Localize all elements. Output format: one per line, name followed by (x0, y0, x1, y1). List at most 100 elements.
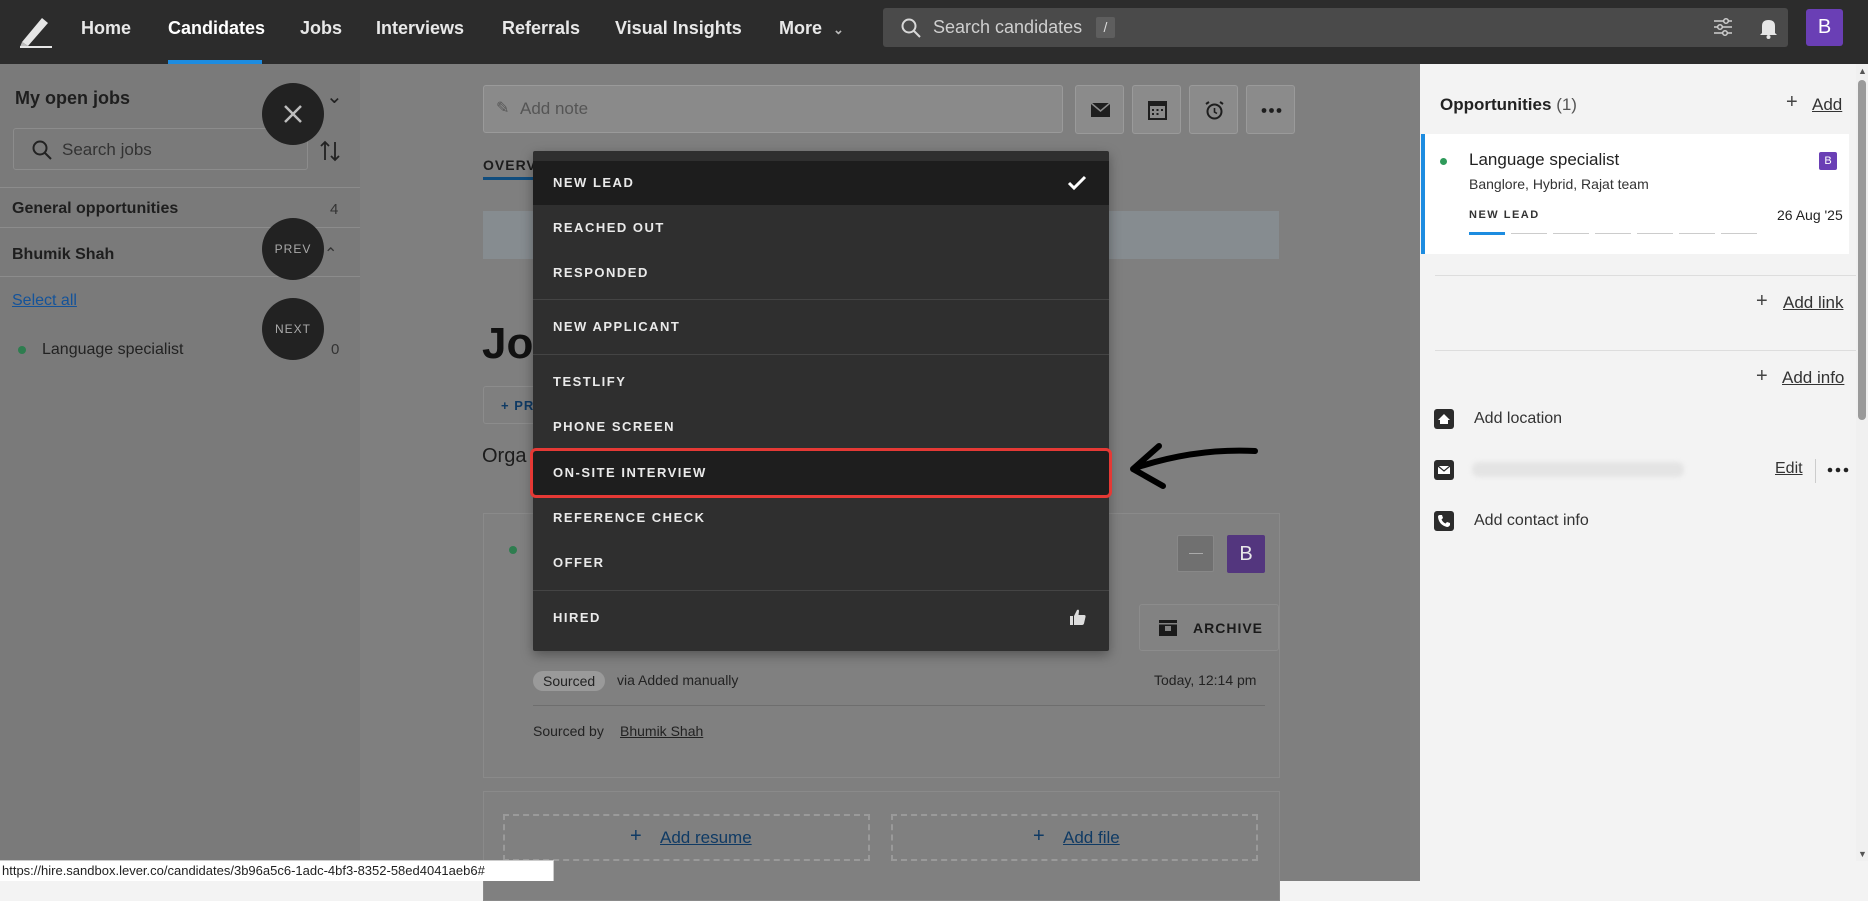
job-owner-label[interactable]: Bhumik Shah (12, 246, 114, 264)
opportunity-card[interactable]: Language specialist Banglore, Hybrid, Ra… (1421, 134, 1849, 254)
stage-dropdown-menu: NEW LEAD REACHED OUT RESPONDED NEW APPLI… (533, 151, 1109, 651)
search-icon (901, 18, 921, 38)
minus-glyph (1189, 553, 1203, 554)
stage-option-new-applicant[interactable]: NEW APPLICANT (533, 305, 1109, 349)
my-open-jobs-panel: My open jobs ⌄ Search jobs General oppor… (0, 64, 360, 881)
nav-referrals[interactable]: Referrals (502, 18, 580, 39)
add-location-link[interactable]: Add location (1474, 410, 1562, 428)
job-item-count: 0 (331, 341, 340, 358)
ellipsis-icon[interactable] (1827, 463, 1849, 477)
progress-step (1637, 233, 1673, 234)
candidate-search-bar[interactable]: Search candidates / (883, 8, 1755, 47)
email-icon (1434, 460, 1454, 480)
calendar-icon (1148, 101, 1167, 120)
reminder-button[interactable] (1189, 85, 1238, 134)
notifications-button[interactable] (1749, 8, 1788, 47)
highlight-box (530, 448, 1112, 498)
source-badge: Sourced (533, 671, 606, 691)
opportunity-status-dot (1440, 158, 1447, 165)
tab-overview[interactable]: OVERV (483, 157, 537, 173)
add-note-input[interactable]: ✎ Add note (483, 85, 1063, 133)
sourced-by-name-link[interactable]: Bhumik Shah (620, 723, 703, 739)
add-resume-dropzone[interactable]: + Add resume (503, 814, 870, 861)
redacted-email (1472, 462, 1684, 477)
nav-more[interactable]: More ⌄ (779, 18, 844, 39)
email-button[interactable] (1075, 85, 1124, 134)
add-resume-link[interactable]: Add resume (660, 828, 752, 848)
add-link-link[interactable]: Add link (1783, 293, 1843, 313)
minimize-icon[interactable] (1177, 535, 1214, 572)
stage-option-phone-screen[interactable]: PHONE SCREEN (533, 405, 1109, 449)
scrollbar-thumb[interactable] (1858, 80, 1866, 420)
nav-jobs[interactable]: Jobs (300, 18, 342, 39)
status-dot (509, 546, 517, 554)
chevron-down-icon: ⌄ (833, 22, 844, 37)
archive-box-icon (1159, 620, 1177, 636)
job-item-language-specialist[interactable]: Language specialist (42, 341, 183, 359)
progress-step (1469, 232, 1505, 235)
phone-icon (1434, 511, 1454, 531)
alarm-clock-icon (1205, 101, 1224, 120)
add-opportunity-link[interactable]: Add (1812, 95, 1842, 115)
nav-interviews[interactable]: Interviews (376, 18, 464, 39)
scroll-down-arrow-icon[interactable]: ▼ (1858, 849, 1867, 859)
stage-option-reached-out[interactable]: REACHED OUT (533, 206, 1109, 250)
chevron-down-icon[interactable]: ⌄ (326, 84, 343, 109)
prev-candidate-button[interactable]: PREV (262, 218, 324, 280)
stage-option-new-lead[interactable]: NEW LEAD (533, 161, 1109, 205)
close-overlay-button[interactable] (262, 83, 324, 145)
opportunity-stage: NEW LEAD (1469, 209, 1540, 221)
opportunities-count: (1) (1556, 95, 1577, 114)
nav-candidates[interactable]: Candidates (168, 18, 265, 39)
lever-logo-icon[interactable] (18, 12, 54, 48)
scroll-up-arrow-icon[interactable]: ▲ (1858, 66, 1867, 76)
close-icon (284, 105, 302, 123)
filter-sliders-icon[interactable] (1713, 17, 1733, 37)
add-file-dropzone[interactable]: + Add file (891, 814, 1258, 861)
stage-option-hired[interactable]: HIRED (533, 596, 1109, 640)
search-icon (32, 140, 52, 160)
stage-option-responded[interactable]: RESPONDED (533, 251, 1109, 295)
edit-email-link[interactable]: Edit (1775, 460, 1803, 478)
nav-home[interactable]: Home (81, 18, 131, 39)
plus-icon: + (1786, 91, 1798, 113)
user-avatar[interactable]: B (1806, 9, 1843, 46)
nav-more-label: More (779, 18, 823, 38)
annotation-arrow-icon (1130, 443, 1258, 489)
progress-step (1511, 233, 1547, 234)
archive-button[interactable]: ARCHIVE (1139, 604, 1279, 651)
stage-option-offer[interactable]: OFFER (533, 541, 1109, 585)
stage-progress-bar (1469, 232, 1761, 235)
select-all-link[interactable]: Select all (12, 292, 77, 310)
source-time: Today, 12:14 pm (1154, 672, 1257, 688)
divider (533, 705, 1265, 706)
progress-step (1595, 233, 1631, 234)
menu-separator (533, 354, 1109, 355)
menu-separator (533, 299, 1109, 300)
general-opportunities-label[interactable]: General opportunities (12, 200, 178, 218)
search-input[interactable]: Search candidates (933, 17, 1082, 38)
nav-visual-insights[interactable]: Visual Insights (615, 18, 742, 39)
organization-label: Orga (482, 445, 527, 467)
top-navigation-bar: Home Candidates Jobs Interviews Referral… (0, 0, 1868, 64)
archive-label: ARCHIVE (1193, 620, 1264, 636)
status-bar-url: https://hire.sandbox.lever.co/candidates… (0, 860, 554, 881)
plus-icon: + (1756, 365, 1768, 387)
source-via: via Added manually (617, 672, 739, 688)
next-candidate-button[interactable]: NEXT (262, 298, 324, 360)
add-contact-info-link[interactable]: Add contact info (1474, 512, 1589, 530)
stage-option-testlify[interactable]: TESTLIFY (533, 360, 1109, 404)
add-info-link[interactable]: Add info (1782, 368, 1844, 388)
add-file-link[interactable]: Add file (1063, 828, 1120, 848)
opportunity-date: 26 Aug '25 (1777, 207, 1843, 223)
home-location-icon (1434, 409, 1454, 429)
schedule-button[interactable] (1132, 85, 1181, 134)
plus-icon: + (1756, 290, 1768, 312)
stage-option-reference-check[interactable]: REFERENCE CHECK (533, 496, 1109, 540)
progress-step (1679, 233, 1715, 234)
divider (1435, 350, 1857, 351)
panel-title: My open jobs (15, 88, 131, 108)
opportunities-title: Opportunities (1) (1440, 95, 1577, 115)
chevron-up-icon[interactable]: ⌃ (324, 244, 337, 264)
more-actions-button[interactable] (1246, 85, 1295, 134)
